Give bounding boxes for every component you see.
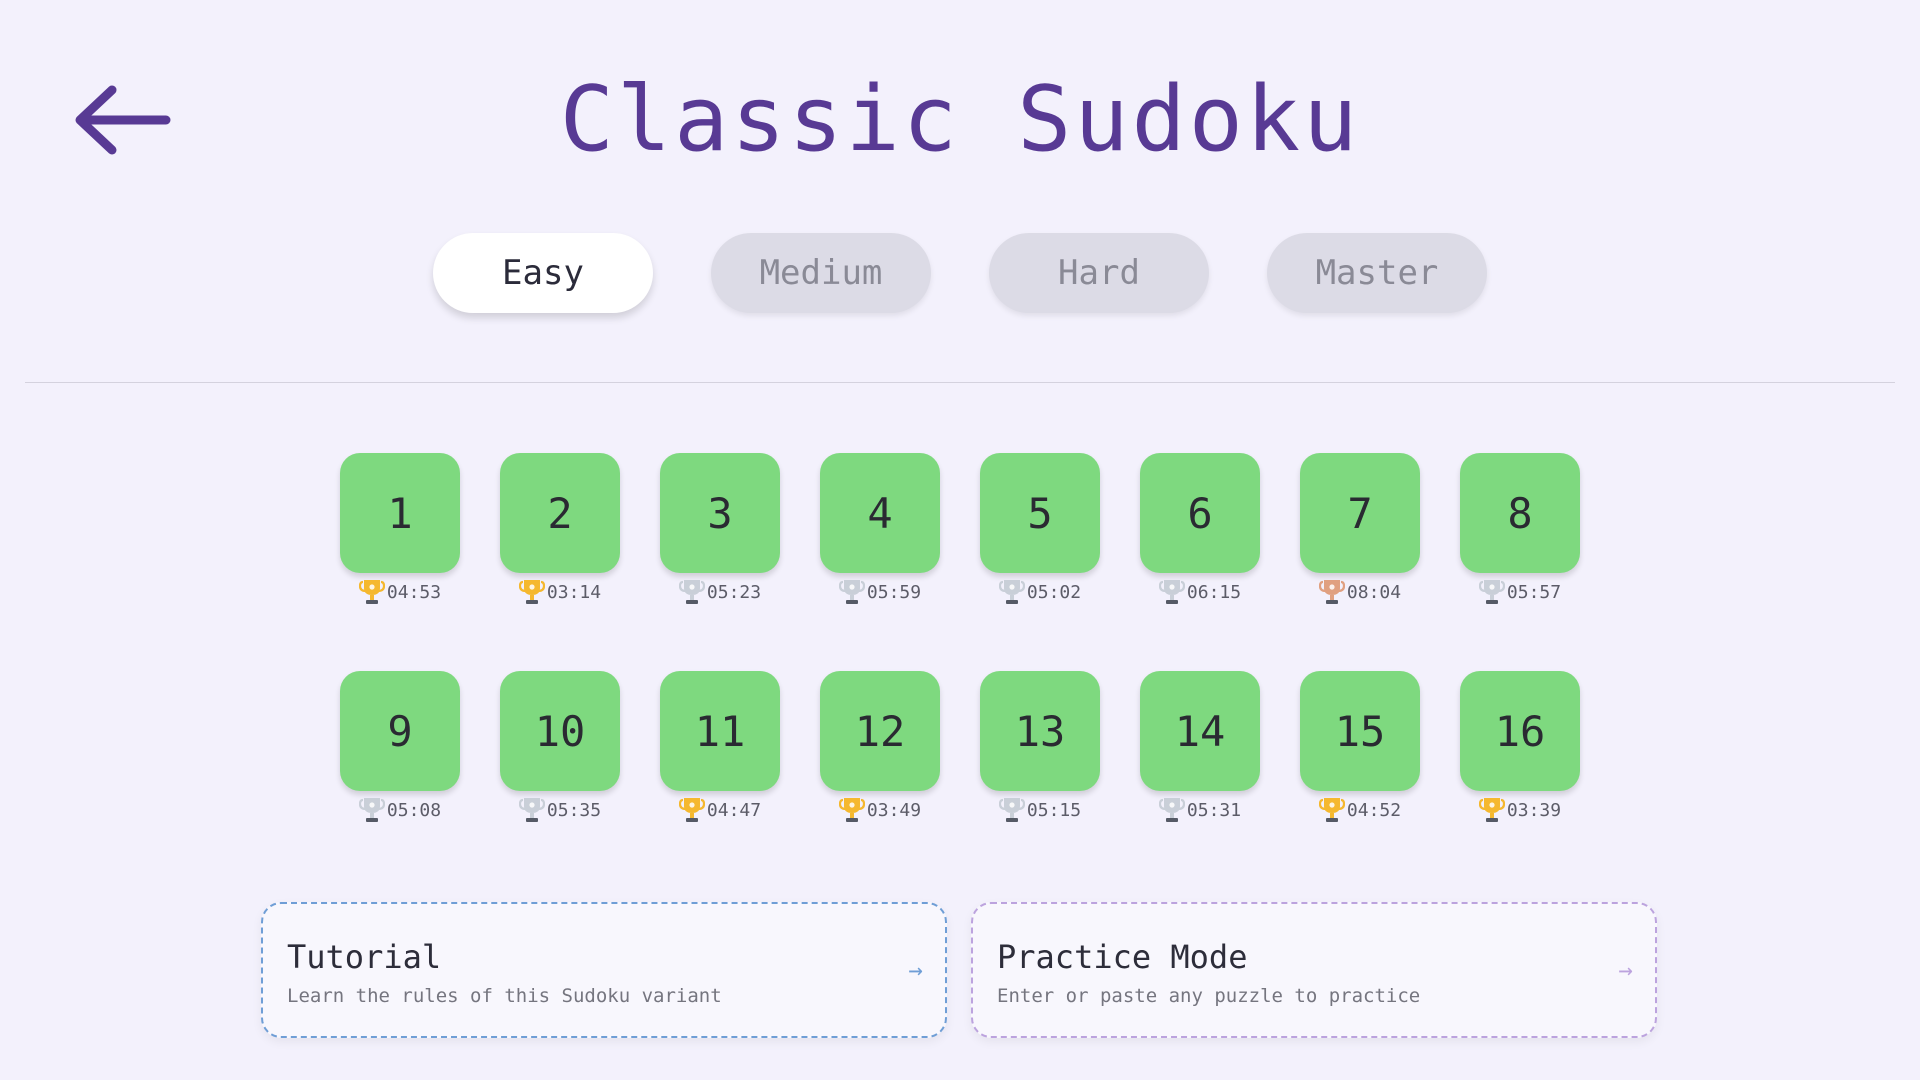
level-best-time: 04:53: [340, 578, 460, 606]
best-time-label: 06:15: [1186, 581, 1242, 603]
level-button[interactable]: 14: [1140, 671, 1260, 791]
level-item: 16 03:39: [1460, 671, 1580, 824]
level-best-time: 05:57: [1460, 578, 1580, 606]
best-time-label: 05:59: [866, 581, 922, 603]
gold-trophy-icon: [518, 578, 546, 606]
arrow-right-icon: →: [908, 956, 923, 984]
tab-master[interactable]: Master: [1267, 233, 1487, 313]
level-button[interactable]: 7: [1300, 453, 1420, 573]
level-item: 11 04:47: [660, 671, 780, 824]
silver-trophy-icon: [1478, 578, 1506, 606]
silver-trophy-icon: [998, 578, 1026, 606]
level-button[interactable]: 9: [340, 671, 460, 791]
level-best-time: 05:08: [340, 796, 460, 824]
best-time-label: 04:53: [386, 581, 442, 603]
silver-trophy-icon: [678, 578, 706, 606]
arrow-right-icon: →: [1618, 956, 1633, 984]
level-button[interactable]: 13: [980, 671, 1100, 791]
level-best-time: 06:15: [1140, 578, 1260, 606]
gold-trophy-icon: [1318, 796, 1346, 824]
tab-easy[interactable]: Easy: [433, 233, 653, 313]
practice-title: Practice Mode: [997, 938, 1248, 976]
level-item: 9 05:08: [340, 671, 460, 824]
level-best-time: 05:23: [660, 578, 780, 606]
level-item: 1 04:53: [340, 453, 460, 606]
tab-medium[interactable]: Medium: [711, 233, 931, 313]
sudoku-level-select-screen: Classic Sudoku Easy Medium Hard Master 1…: [0, 0, 1920, 1080]
level-best-time: 03:14: [500, 578, 620, 606]
level-item: 13 05:15: [980, 671, 1100, 824]
level-button[interactable]: 1: [340, 453, 460, 573]
page-title: Classic Sudoku: [559, 67, 1361, 172]
level-item: 14 05:31: [1140, 671, 1260, 824]
silver-trophy-icon: [518, 796, 546, 824]
silver-trophy-icon: [1158, 578, 1186, 606]
silver-trophy-icon: [1158, 796, 1186, 824]
best-time-label: 05:57: [1506, 581, 1562, 603]
level-button[interactable]: 16: [1460, 671, 1580, 791]
level-button[interactable]: 8: [1460, 453, 1580, 573]
best-time-label: 03:39: [1506, 799, 1562, 821]
best-time-label: 08:04: [1346, 581, 1402, 603]
level-item: 10 05:35: [500, 671, 620, 824]
level-button[interactable]: 12: [820, 671, 940, 791]
tab-hard[interactable]: Hard: [989, 233, 1209, 313]
bronze-trophy-icon: [1318, 578, 1346, 606]
gold-trophy-icon: [678, 796, 706, 824]
divider: [25, 382, 1895, 383]
level-item: 2 03:14: [500, 453, 620, 606]
level-button[interactable]: 11: [660, 671, 780, 791]
level-best-time: 05:31: [1140, 796, 1260, 824]
level-best-time: 05:35: [500, 796, 620, 824]
practice-description: Enter or paste any puzzle to practice: [997, 985, 1421, 1007]
best-time-label: 04:52: [1346, 799, 1402, 821]
level-item: 12 03:49: [820, 671, 940, 824]
best-time-label: 05:35: [546, 799, 602, 821]
gold-trophy-icon: [358, 578, 386, 606]
level-button[interactable]: 3: [660, 453, 780, 573]
level-item: 8 05:57: [1460, 453, 1580, 606]
silver-trophy-icon: [998, 796, 1026, 824]
level-grid: 1 04:53 2 03:14 3 05:23 4 05:59 5 05:02 6 06:15 7 08:…: [340, 453, 1580, 824]
difficulty-tabs: Easy Medium Hard Master: [0, 233, 1920, 313]
level-button[interactable]: 2: [500, 453, 620, 573]
best-time-label: 03:14: [546, 581, 602, 603]
level-best-time: 05:59: [820, 578, 940, 606]
best-time-label: 03:49: [866, 799, 922, 821]
level-button[interactable]: 6: [1140, 453, 1260, 573]
level-best-time: 04:47: [660, 796, 780, 824]
level-best-time: 05:15: [980, 796, 1100, 824]
best-time-label: 05:02: [1026, 581, 1082, 603]
silver-trophy-icon: [838, 578, 866, 606]
level-item: 5 05:02: [980, 453, 1100, 606]
level-button[interactable]: 15: [1300, 671, 1420, 791]
level-item: 6 06:15: [1140, 453, 1260, 606]
level-item: 4 05:59: [820, 453, 940, 606]
level-best-time: 03:39: [1460, 796, 1580, 824]
best-time-label: 05:31: [1186, 799, 1242, 821]
mode-cards: Tutorial Learn the rules of this Sudoku …: [261, 902, 1657, 1038]
best-time-label: 05:08: [386, 799, 442, 821]
gold-trophy-icon: [1478, 796, 1506, 824]
level-item: 15 04:52: [1300, 671, 1420, 824]
best-time-label: 04:47: [706, 799, 762, 821]
level-best-time: 04:52: [1300, 796, 1420, 824]
silver-trophy-icon: [358, 796, 386, 824]
tutorial-description: Learn the rules of this Sudoku variant: [287, 985, 722, 1007]
level-best-time: 03:49: [820, 796, 940, 824]
best-time-label: 05:23: [706, 581, 762, 603]
practice-mode-card[interactable]: Practice Mode Enter or paste any puzzle …: [971, 902, 1657, 1038]
level-button[interactable]: 10: [500, 671, 620, 791]
gold-trophy-icon: [838, 796, 866, 824]
level-item: 7 08:04: [1300, 453, 1420, 606]
level-best-time: 08:04: [1300, 578, 1420, 606]
level-item: 3 05:23: [660, 453, 780, 606]
tutorial-title: Tutorial: [287, 938, 442, 976]
level-button[interactable]: 4: [820, 453, 940, 573]
level-button[interactable]: 5: [980, 453, 1100, 573]
best-time-label: 05:15: [1026, 799, 1082, 821]
level-best-time: 05:02: [980, 578, 1100, 606]
tutorial-card[interactable]: Tutorial Learn the rules of this Sudoku …: [261, 902, 947, 1038]
